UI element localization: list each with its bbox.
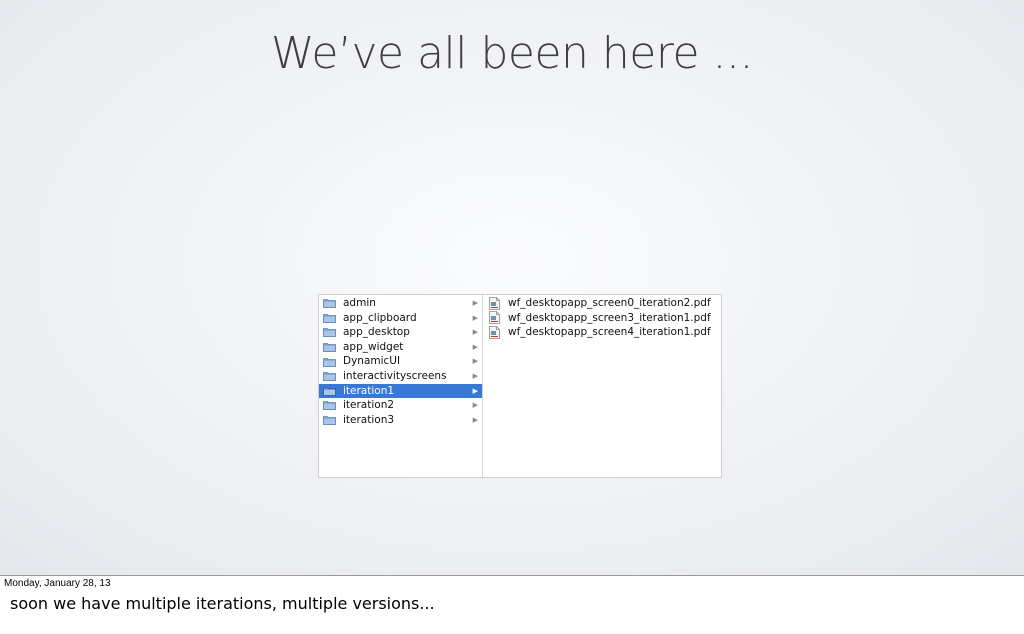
finder-column-view: admin ▶ app_clipboard ▶ app_desktop ▶ ap…: [318, 294, 722, 478]
folder-label: iteration2: [343, 399, 395, 412]
file-row[interactable]: wf_desktopapp_screen3_iteration1.pdf: [483, 311, 721, 326]
folder-row-admin[interactable]: admin ▶: [319, 296, 482, 311]
file-row[interactable]: wf_desktopapp_screen0_iteration2.pdf: [483, 296, 721, 311]
file-row[interactable]: wf_desktopapp_screen4_iteration1.pdf: [483, 325, 721, 340]
folder-label: app_widget: [343, 340, 404, 353]
file-label: wf_desktopapp_screen0_iteration2.pdf: [508, 297, 711, 309]
folder-row-iteration3[interactable]: iteration3 ▶: [319, 413, 482, 428]
disclosure-arrow-icon: ▶: [472, 415, 478, 424]
folder-icon: [323, 415, 336, 425]
folder-icon: [323, 400, 336, 411]
folder-label: app_desktop: [343, 326, 410, 339]
notes-date: Monday, January 28, 13: [4, 578, 111, 589]
folder-label: iteration1: [343, 384, 395, 397]
slide-canvas: We’ve all been here ... admin ▶ app_clip…: [0, 0, 1024, 576]
folder-icon: [323, 313, 336, 323]
folder-label: iteration3: [343, 413, 395, 426]
folder-row-iteration1[interactable]: iteration1 ▶: [319, 383, 482, 399]
folder-icon: [323, 357, 336, 367]
folder-label: admin: [343, 297, 376, 309]
folder-row-app-desktop[interactable]: app_desktop ▶: [319, 325, 482, 340]
disclosure-arrow-icon: ▶: [472, 357, 478, 366]
file-label: wf_desktopapp_screen4_iteration1.pdf: [508, 326, 711, 339]
pdf-file-icon: [489, 326, 500, 339]
disclosure-arrow-icon: ▶: [472, 313, 478, 322]
pdf-file-icon: [489, 311, 500, 325]
pdf-file-icon: [489, 296, 500, 310]
folder-row-dynamicui[interactable]: DynamicUI ▶: [319, 354, 482, 369]
folder-icon: [323, 342, 336, 352]
disclosure-arrow-icon: ▶: [472, 342, 478, 351]
folder-icon: [323, 298, 336, 309]
folder-label: interactivityscreens: [343, 369, 447, 382]
slide-title: We’ve all been here ...: [270, 28, 754, 79]
disclosure-arrow-icon: ▶: [472, 328, 478, 337]
file-column[interactable]: wf_desktopapp_screen0_iteration2.pdf wf_…: [483, 295, 721, 478]
disclosure-arrow-icon: ▶: [472, 401, 478, 410]
notes-text: soon we have multiple iterations, multip…: [10, 594, 435, 613]
folder-row-app-clipboard[interactable]: app_clipboard ▶: [319, 311, 482, 326]
folder-row-interactivityscreens[interactable]: interactivityscreens ▶: [319, 369, 482, 384]
disclosure-arrow-icon: ▶: [472, 371, 478, 380]
folder-column[interactable]: admin ▶ app_clipboard ▶ app_desktop ▶ ap…: [319, 295, 483, 477]
folder-icon: [323, 386, 336, 396]
folder-row-iteration2[interactable]: iteration2 ▶: [319, 398, 482, 413]
disclosure-arrow-icon: ▶: [472, 299, 478, 307]
folder-row-app-widget[interactable]: app_widget ▶: [319, 340, 482, 355]
folder-icon: [323, 327, 336, 338]
folder-label: app_clipboard: [343, 311, 417, 324]
folder-icon: [323, 371, 336, 382]
file-label: wf_desktopapp_screen3_iteration1.pdf: [508, 311, 711, 324]
folder-label: DynamicUI: [343, 355, 401, 368]
disclosure-arrow-icon: ▶: [472, 386, 478, 395]
